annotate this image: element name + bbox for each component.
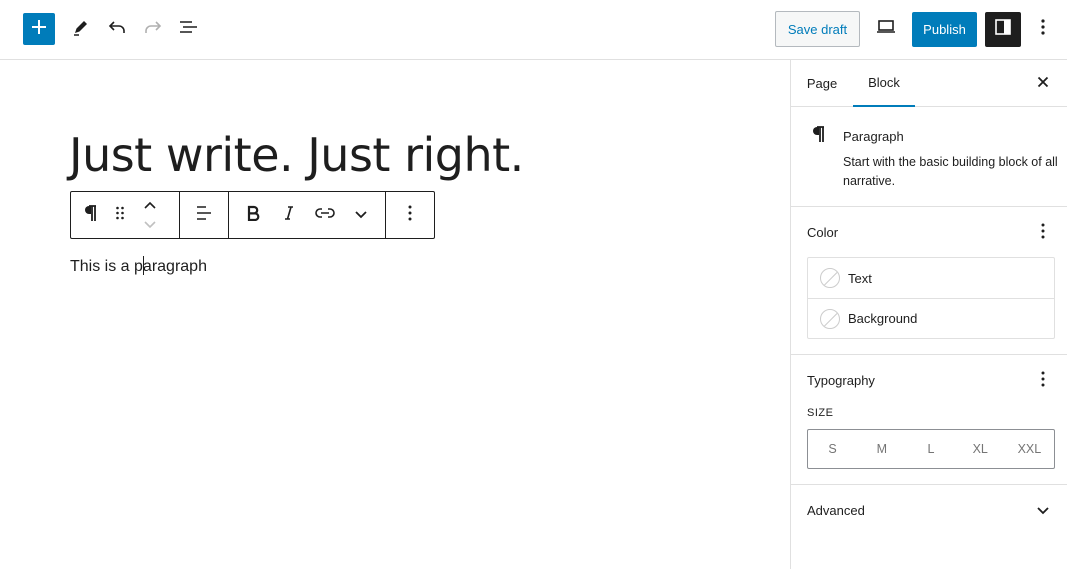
- paragraph-block[interactable]: This is a paragraph: [70, 256, 207, 276]
- block-toolbar: [70, 191, 435, 239]
- block-switcher-group: [71, 192, 180, 238]
- block-options-button[interactable]: [392, 192, 428, 238]
- settings-toggle-button[interactable]: [985, 12, 1021, 47]
- close-sidebar-button[interactable]: [1031, 72, 1055, 96]
- block-editor: Save draft Publish Just write. Just righ…: [0, 0, 1067, 569]
- settings-sidebar: Page Block Paragraph Start with the basi…: [790, 60, 1067, 569]
- link-button[interactable]: [307, 192, 343, 238]
- italic-button[interactable]: [271, 192, 307, 238]
- advanced-toggle[interactable]: [1031, 499, 1055, 523]
- size-option-xl[interactable]: XL: [956, 442, 1005, 456]
- list-view-button[interactable]: [173, 13, 205, 45]
- list-view-icon: [178, 17, 200, 42]
- desktop-preview-icon: [875, 17, 897, 42]
- color-list: Text Background: [807, 257, 1055, 339]
- block-card-description: Start with the basic building block of a…: [843, 155, 1058, 188]
- vertical-ellipsis-icon: [1040, 18, 1046, 41]
- editor-canvas[interactable]: Just write. Just right. This is a paragr…: [0, 60, 790, 569]
- sidebar-settings-icon: [993, 17, 1013, 42]
- drag-handle-icon: [115, 205, 125, 226]
- pilcrow-icon: [811, 125, 825, 149]
- empty-swatch-icon: [820, 308, 840, 329]
- block-type-button[interactable]: [75, 192, 105, 238]
- drag-handle[interactable]: [105, 192, 135, 238]
- undo-button[interactable]: [101, 13, 133, 45]
- plus-icon: [30, 18, 48, 41]
- tab-block[interactable]: Block: [853, 60, 915, 107]
- sidebar-tabs: Page Block: [791, 60, 1067, 107]
- vertical-ellipsis-icon: [407, 204, 413, 227]
- redo-button[interactable]: [137, 13, 169, 45]
- paragraph-text-before-caret: This is a p: [70, 258, 143, 275]
- align-button[interactable]: [186, 192, 222, 238]
- color-text-label: Text: [848, 270, 872, 286]
- align-left-icon: [194, 204, 214, 227]
- tools-button[interactable]: [65, 13, 97, 45]
- editor-top-toolbar: Save draft Publish: [0, 0, 1067, 60]
- save-draft-button[interactable]: Save draft: [775, 11, 860, 47]
- italic-icon: [283, 205, 295, 226]
- vertical-ellipsis-icon: [1040, 222, 1046, 245]
- color-background-item[interactable]: Background: [808, 298, 1054, 338]
- alignment-group: [180, 192, 229, 238]
- color-panel: Color Text Background: [791, 207, 1067, 355]
- close-icon: [1037, 75, 1049, 93]
- formatting-group: [229, 192, 386, 238]
- publish-button[interactable]: Publish: [912, 12, 977, 47]
- chevron-down-icon[interactable]: [143, 216, 157, 234]
- undo-icon: [107, 17, 127, 42]
- typography-panel: Typography SIZE S M L XL XXL: [791, 355, 1067, 485]
- color-text-item[interactable]: Text: [808, 258, 1054, 298]
- block-card-title: Paragraph: [843, 129, 904, 144]
- color-background-label: Background: [848, 311, 918, 326]
- redo-icon: [143, 17, 163, 42]
- size-option-s[interactable]: S: [808, 442, 857, 456]
- size-option-xxl[interactable]: XXL: [1005, 442, 1054, 456]
- tab-page[interactable]: Page: [791, 60, 853, 107]
- options-menu-button[interactable]: [1027, 13, 1059, 45]
- chevron-down-icon: [354, 206, 368, 224]
- block-inserter-button[interactable]: [23, 13, 55, 45]
- color-panel-title: Color: [807, 225, 839, 240]
- size-option-l[interactable]: L: [906, 442, 955, 456]
- color-options-button[interactable]: [1031, 221, 1055, 245]
- pen-icon: [71, 17, 91, 42]
- block-options-group: [386, 192, 434, 238]
- paragraph-text-after-caret: aragraph: [142, 258, 207, 275]
- more-formatting-button[interactable]: [343, 192, 379, 238]
- size-option-m[interactable]: M: [857, 442, 906, 456]
- empty-swatch-icon: [820, 268, 840, 288]
- typography-panel-title: Typography: [807, 373, 875, 388]
- advanced-panel-title: Advanced: [807, 503, 865, 518]
- typography-options-button[interactable]: [1031, 369, 1055, 393]
- advanced-panel[interactable]: Advanced: [791, 485, 1067, 535]
- chevron-up-icon[interactable]: [143, 196, 157, 214]
- vertical-ellipsis-icon: [1040, 370, 1046, 393]
- chevron-down-icon: [1036, 502, 1050, 520]
- bold-icon: [246, 205, 260, 226]
- pilcrow-icon: [83, 204, 97, 227]
- font-size-picker: S M L XL XXL: [807, 429, 1055, 469]
- preview-button[interactable]: [870, 13, 902, 45]
- bold-button[interactable]: [235, 192, 271, 238]
- size-label: SIZE: [807, 407, 834, 419]
- block-card: Paragraph Start with the basic building …: [791, 107, 1067, 207]
- block-mover: [135, 192, 165, 238]
- post-title[interactable]: Just write. Just right.: [69, 128, 524, 182]
- link-icon: [314, 206, 336, 225]
